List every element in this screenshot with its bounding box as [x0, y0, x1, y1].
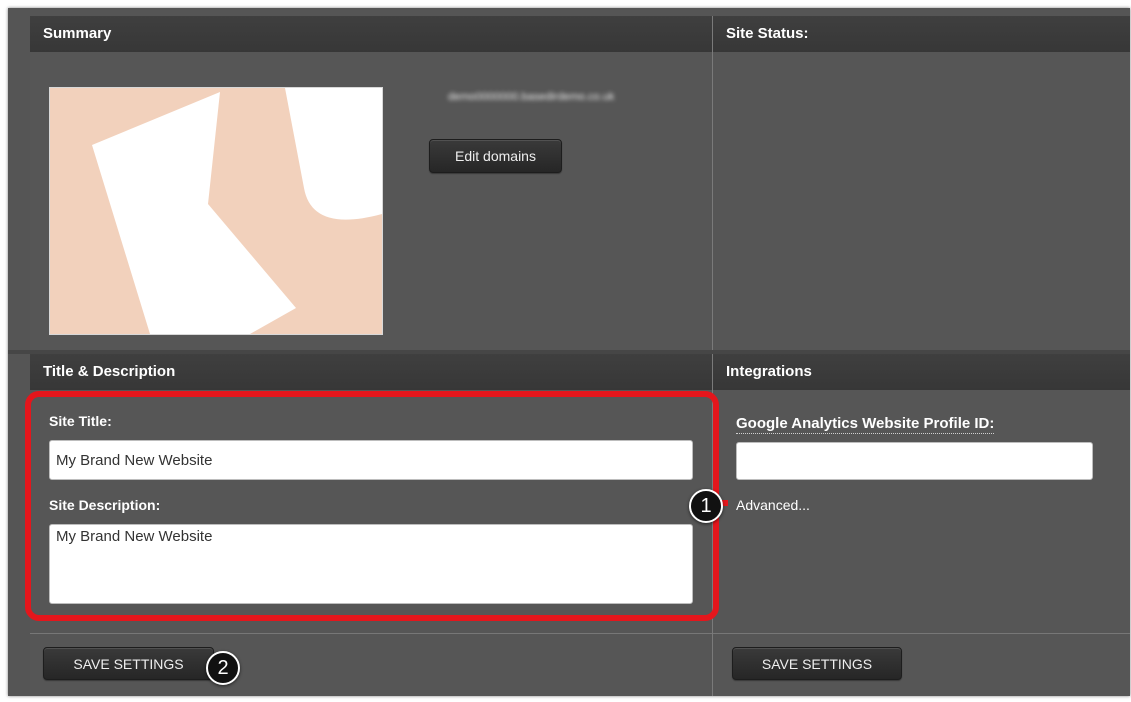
site-thumbnail-graphic [50, 88, 382, 334]
highlight-box [25, 391, 719, 621]
advanced-link[interactable]: Advanced... [736, 497, 810, 513]
title-description-header: Title & Description [30, 354, 712, 390]
integrations-header: Integrations [713, 354, 1130, 390]
integrations-save-divider [713, 633, 1130, 634]
site-thumbnail [49, 87, 383, 335]
site-status-header: Site Status: [713, 16, 1130, 52]
site-status-pane: Site Status: [713, 16, 1130, 350]
callout-badge-2: 2 [206, 651, 240, 685]
save-area-divider [30, 633, 712, 634]
save-settings-button[interactable]: SAVE SETTINGS [43, 647, 214, 680]
integrations-save-settings-button[interactable]: SAVE SETTINGS [732, 647, 902, 680]
domain-name: demo0000000.basedirdemo.co.uk [448, 91, 615, 103]
integrations-pane: Integrations Google Analytics Website Pr… [713, 354, 1130, 696]
ga-profile-id-input[interactable] [736, 442, 1093, 480]
summary-pane: Summary demo0000000.basedirdemo.co.uk Ed… [30, 16, 712, 350]
edit-domains-button[interactable]: Edit domains [429, 139, 562, 173]
summary-header: Summary [30, 16, 712, 52]
callout-badge-1: 1 [689, 489, 723, 523]
ga-profile-id-label: Google Analytics Website Profile ID: [736, 415, 995, 434]
site-settings-panel: Summary demo0000000.basedirdemo.co.uk Ed… [8, 8, 1130, 696]
